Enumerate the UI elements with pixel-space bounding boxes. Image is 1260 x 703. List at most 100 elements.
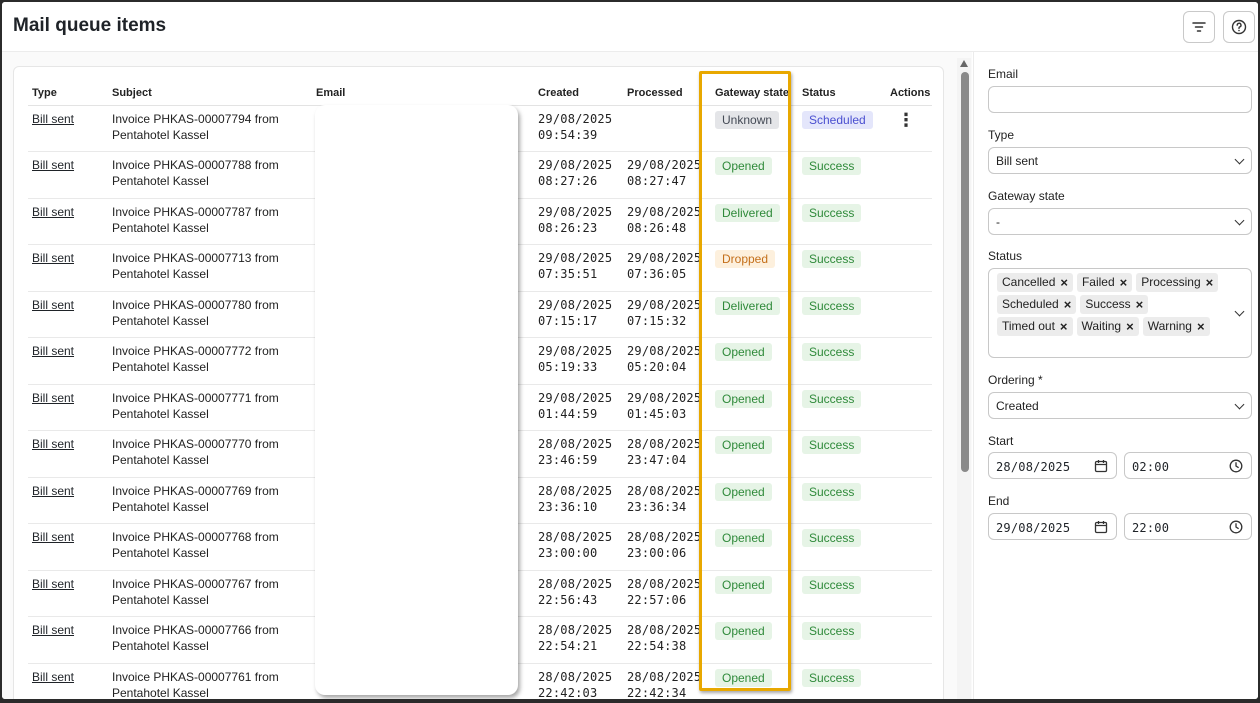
actions-cell <box>886 663 932 699</box>
ordering-label: Ordering * <box>988 373 1043 387</box>
clock-icon[interactable] <box>1229 520 1243 534</box>
scrollbar-thumb[interactable] <box>961 72 969 472</box>
created-cell: 28/08/2025 23:46:59 <box>534 430 623 478</box>
start-time-value: 02:00 <box>1132 460 1170 474</box>
type-select[interactable]: Bill sent <box>988 147 1252 174</box>
col-status[interactable]: Status <box>798 81 886 106</box>
remove-chip-icon[interactable]: × <box>1064 297 1072 312</box>
col-type[interactable]: Type <box>28 81 108 106</box>
processed-cell: 29/08/2025 08:26:48 <box>623 198 711 245</box>
actions-cell <box>886 337 932 385</box>
remove-chip-icon[interactable]: × <box>1120 275 1128 290</box>
status-chip-label: Processing <box>1141 275 1201 289</box>
processed-cell: 28/08/2025 22:54:38 <box>623 616 711 664</box>
processed-cell: 29/08/2025 05:20:04 <box>623 337 711 385</box>
status-cell: Success <box>798 291 886 338</box>
status-badge: Success <box>802 436 862 454</box>
subject-cell: Invoice PHKAS-00007767 from Pentahotel K… <box>108 570 312 617</box>
type-link[interactable]: Bill sent <box>32 577 74 591</box>
status-badge: Success <box>802 482 862 501</box>
subject-cell: Invoice PHKAS-00007713 from Pentahotel K… <box>108 244 312 292</box>
actions-cell <box>886 523 932 571</box>
type-cell: Bill sent <box>28 105 108 152</box>
type-link[interactable]: Bill sent <box>32 623 74 637</box>
col-processed[interactable]: Processed <box>623 81 711 106</box>
type-link[interactable]: Bill sent <box>32 530 74 544</box>
calendar-icon[interactable] <box>1094 520 1108 534</box>
type-link[interactable]: Bill sent <box>32 251 74 265</box>
col-email[interactable]: Email <box>312 81 534 106</box>
filter-button[interactable] <box>1183 11 1215 43</box>
type-link[interactable]: Bill sent <box>32 205 74 219</box>
processed-cell: 29/08/2025 07:36:05 <box>623 244 711 292</box>
created-cell: 28/08/2025 22:56:43 <box>534 570 623 617</box>
end-date-input[interactable]: 29/08/2025 <box>988 513 1117 540</box>
type-link[interactable]: Bill sent <box>32 484 74 498</box>
status-chip-label: Cancelled <box>1002 275 1056 289</box>
type-link[interactable]: Bill sent <box>32 158 74 172</box>
type-select-value: Bill sent <box>996 154 1039 168</box>
status-chip-label: Failed <box>1081 275 1115 289</box>
type-link[interactable]: Bill sent <box>32 437 74 451</box>
status-cell: Success <box>798 663 886 699</box>
subject-cell: Invoice PHKAS-00007788 from Pentahotel K… <box>108 151 312 199</box>
col-actions: Actions <box>886 81 932 106</box>
col-created[interactable]: Created <box>534 81 623 106</box>
remove-chip-icon[interactable]: × <box>1060 319 1068 334</box>
remove-chip-icon[interactable]: × <box>1126 319 1134 334</box>
remove-chip-icon[interactable]: × <box>1206 275 1214 290</box>
status-badge: Success <box>802 157 862 175</box>
type-cell: Bill sent <box>28 570 108 617</box>
remove-chip-icon[interactable]: × <box>1197 319 1205 334</box>
actions-cell <box>886 616 932 664</box>
type-cell: Bill sent <box>28 616 108 664</box>
remove-chip-icon[interactable]: × <box>1136 297 1144 312</box>
ordering-select[interactable]: Created <box>988 392 1252 419</box>
status-badge: Success <box>802 250 862 268</box>
help-button[interactable] <box>1223 11 1255 43</box>
actions-cell <box>886 244 932 292</box>
start-time-input[interactable]: 02:00 <box>1124 452 1252 479</box>
created-cell: 29/08/2025 08:27:26 <box>534 151 623 199</box>
type-cell: Bill sent <box>28 663 108 699</box>
col-subject[interactable]: Subject <box>108 81 312 106</box>
gateway-state-label: Gateway state <box>988 189 1065 203</box>
end-time-value: 22:00 <box>1132 521 1170 535</box>
more-actions-icon[interactable]: ⋮ <box>896 111 916 129</box>
table-scrollbar[interactable] <box>957 58 971 699</box>
actions-cell <box>886 384 932 431</box>
remove-chip-icon[interactable]: × <box>1060 275 1068 290</box>
type-cell: Bill sent <box>28 384 108 431</box>
type-cell: Bill sent <box>28 337 108 385</box>
gateway-state-select-value: - <box>996 215 1000 229</box>
subject-cell: Invoice PHKAS-00007770 from Pentahotel K… <box>108 430 312 478</box>
calendar-icon[interactable] <box>1094 459 1108 473</box>
type-link[interactable]: Bill sent <box>32 298 74 312</box>
type-cell: Bill sent <box>28 244 108 292</box>
status-cell: Success <box>798 477 886 524</box>
end-time-input[interactable]: 22:00 <box>1124 513 1252 540</box>
clock-icon[interactable] <box>1229 459 1243 473</box>
processed-cell: 28/08/2025 22:57:06 <box>623 570 711 617</box>
subject-cell: Invoice PHKAS-00007794 from Pentahotel K… <box>108 105 312 152</box>
type-link[interactable]: Bill sent <box>32 670 74 684</box>
scroll-up-icon[interactable] <box>960 60 968 67</box>
status-cell: Success <box>798 570 886 617</box>
status-badge: Success <box>802 668 862 687</box>
type-link[interactable]: Bill sent <box>32 391 74 405</box>
email-field[interactable] <box>988 86 1252 113</box>
app-window: Mail queue items Type Subject Email Crea… <box>2 2 1258 699</box>
start-date-input[interactable]: 28/08/2025 <box>988 452 1117 479</box>
gateway-state-select[interactable]: - <box>988 208 1252 235</box>
status-cell: Success <box>798 616 886 664</box>
created-cell: 29/08/2025 09:54:39 <box>534 105 623 152</box>
status-multiselect[interactable]: Cancelled × Failed × Processing × Scheduled × Su… <box>988 268 1252 358</box>
created-cell: 29/08/2025 01:44:59 <box>534 384 623 431</box>
type-cell: Bill sent <box>28 198 108 245</box>
status-chips: Cancelled × Failed × Processing × Scheduled × Su… <box>997 273 1227 336</box>
status-badge: Scheduled <box>802 110 873 129</box>
type-link[interactable]: Bill sent <box>32 112 74 126</box>
processed-cell: 28/08/2025 23:36:34 <box>623 477 711 524</box>
subject-cell: Invoice PHKAS-00007769 from Pentahotel K… <box>108 477 312 524</box>
type-link[interactable]: Bill sent <box>32 344 74 358</box>
